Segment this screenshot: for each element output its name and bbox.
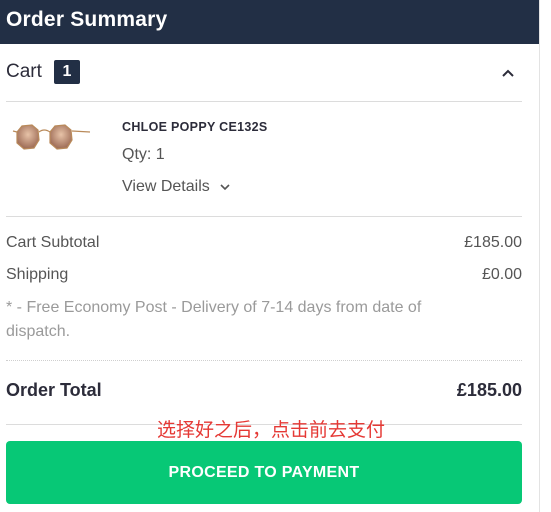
- order-total-label: Order Total: [6, 380, 102, 400]
- divider: [6, 360, 522, 361]
- shipping-value: £0.00: [481, 266, 522, 283]
- view-details-toggle[interactable]: View Details: [122, 178, 230, 196]
- shipping-row: Shipping £0.00: [6, 266, 522, 284]
- cart-toggle[interactable]: Cart 1: [6, 60, 522, 86]
- subtotal-label: Cart Subtotal: [6, 234, 100, 251]
- divider: [6, 216, 522, 217]
- product-quantity: Qty: 1: [122, 146, 165, 163]
- instruction-annotation: 选择好之后，点击前去支付: [157, 419, 386, 441]
- order-total-value: £185.00: [456, 380, 522, 400]
- subtotal-row: Cart Subtotal £185.00: [6, 234, 522, 252]
- view-details-label: View Details: [122, 178, 210, 195]
- shipping-note: * - Free Economy Post - Delivery of 7-14…: [6, 299, 422, 340]
- product-name: CHLOE POPPY CE132S: [122, 120, 268, 134]
- subtotal-value: £185.00: [464, 234, 522, 251]
- proceed-to-payment-button[interactable]: PROCEED TO PAYMENT: [6, 441, 522, 504]
- chevron-down-icon: [220, 184, 230, 190]
- order-summary-title: Order Summary: [6, 8, 168, 31]
- sunglasses-image: [12, 124, 91, 150]
- order-total-row: Order Total £185.00: [6, 380, 522, 401]
- shipping-label: Shipping: [6, 266, 69, 283]
- cart-count-badge: 1: [54, 60, 80, 84]
- order-summary-header: Order Summary: [0, 0, 539, 44]
- chevron-up-icon[interactable]: [500, 65, 516, 81]
- divider: [6, 101, 522, 102]
- order-summary-panel: Order Summary Cart 1 CHLOE POPPY CE132S …: [0, 0, 540, 512]
- cart-label: Cart: [6, 61, 42, 82]
